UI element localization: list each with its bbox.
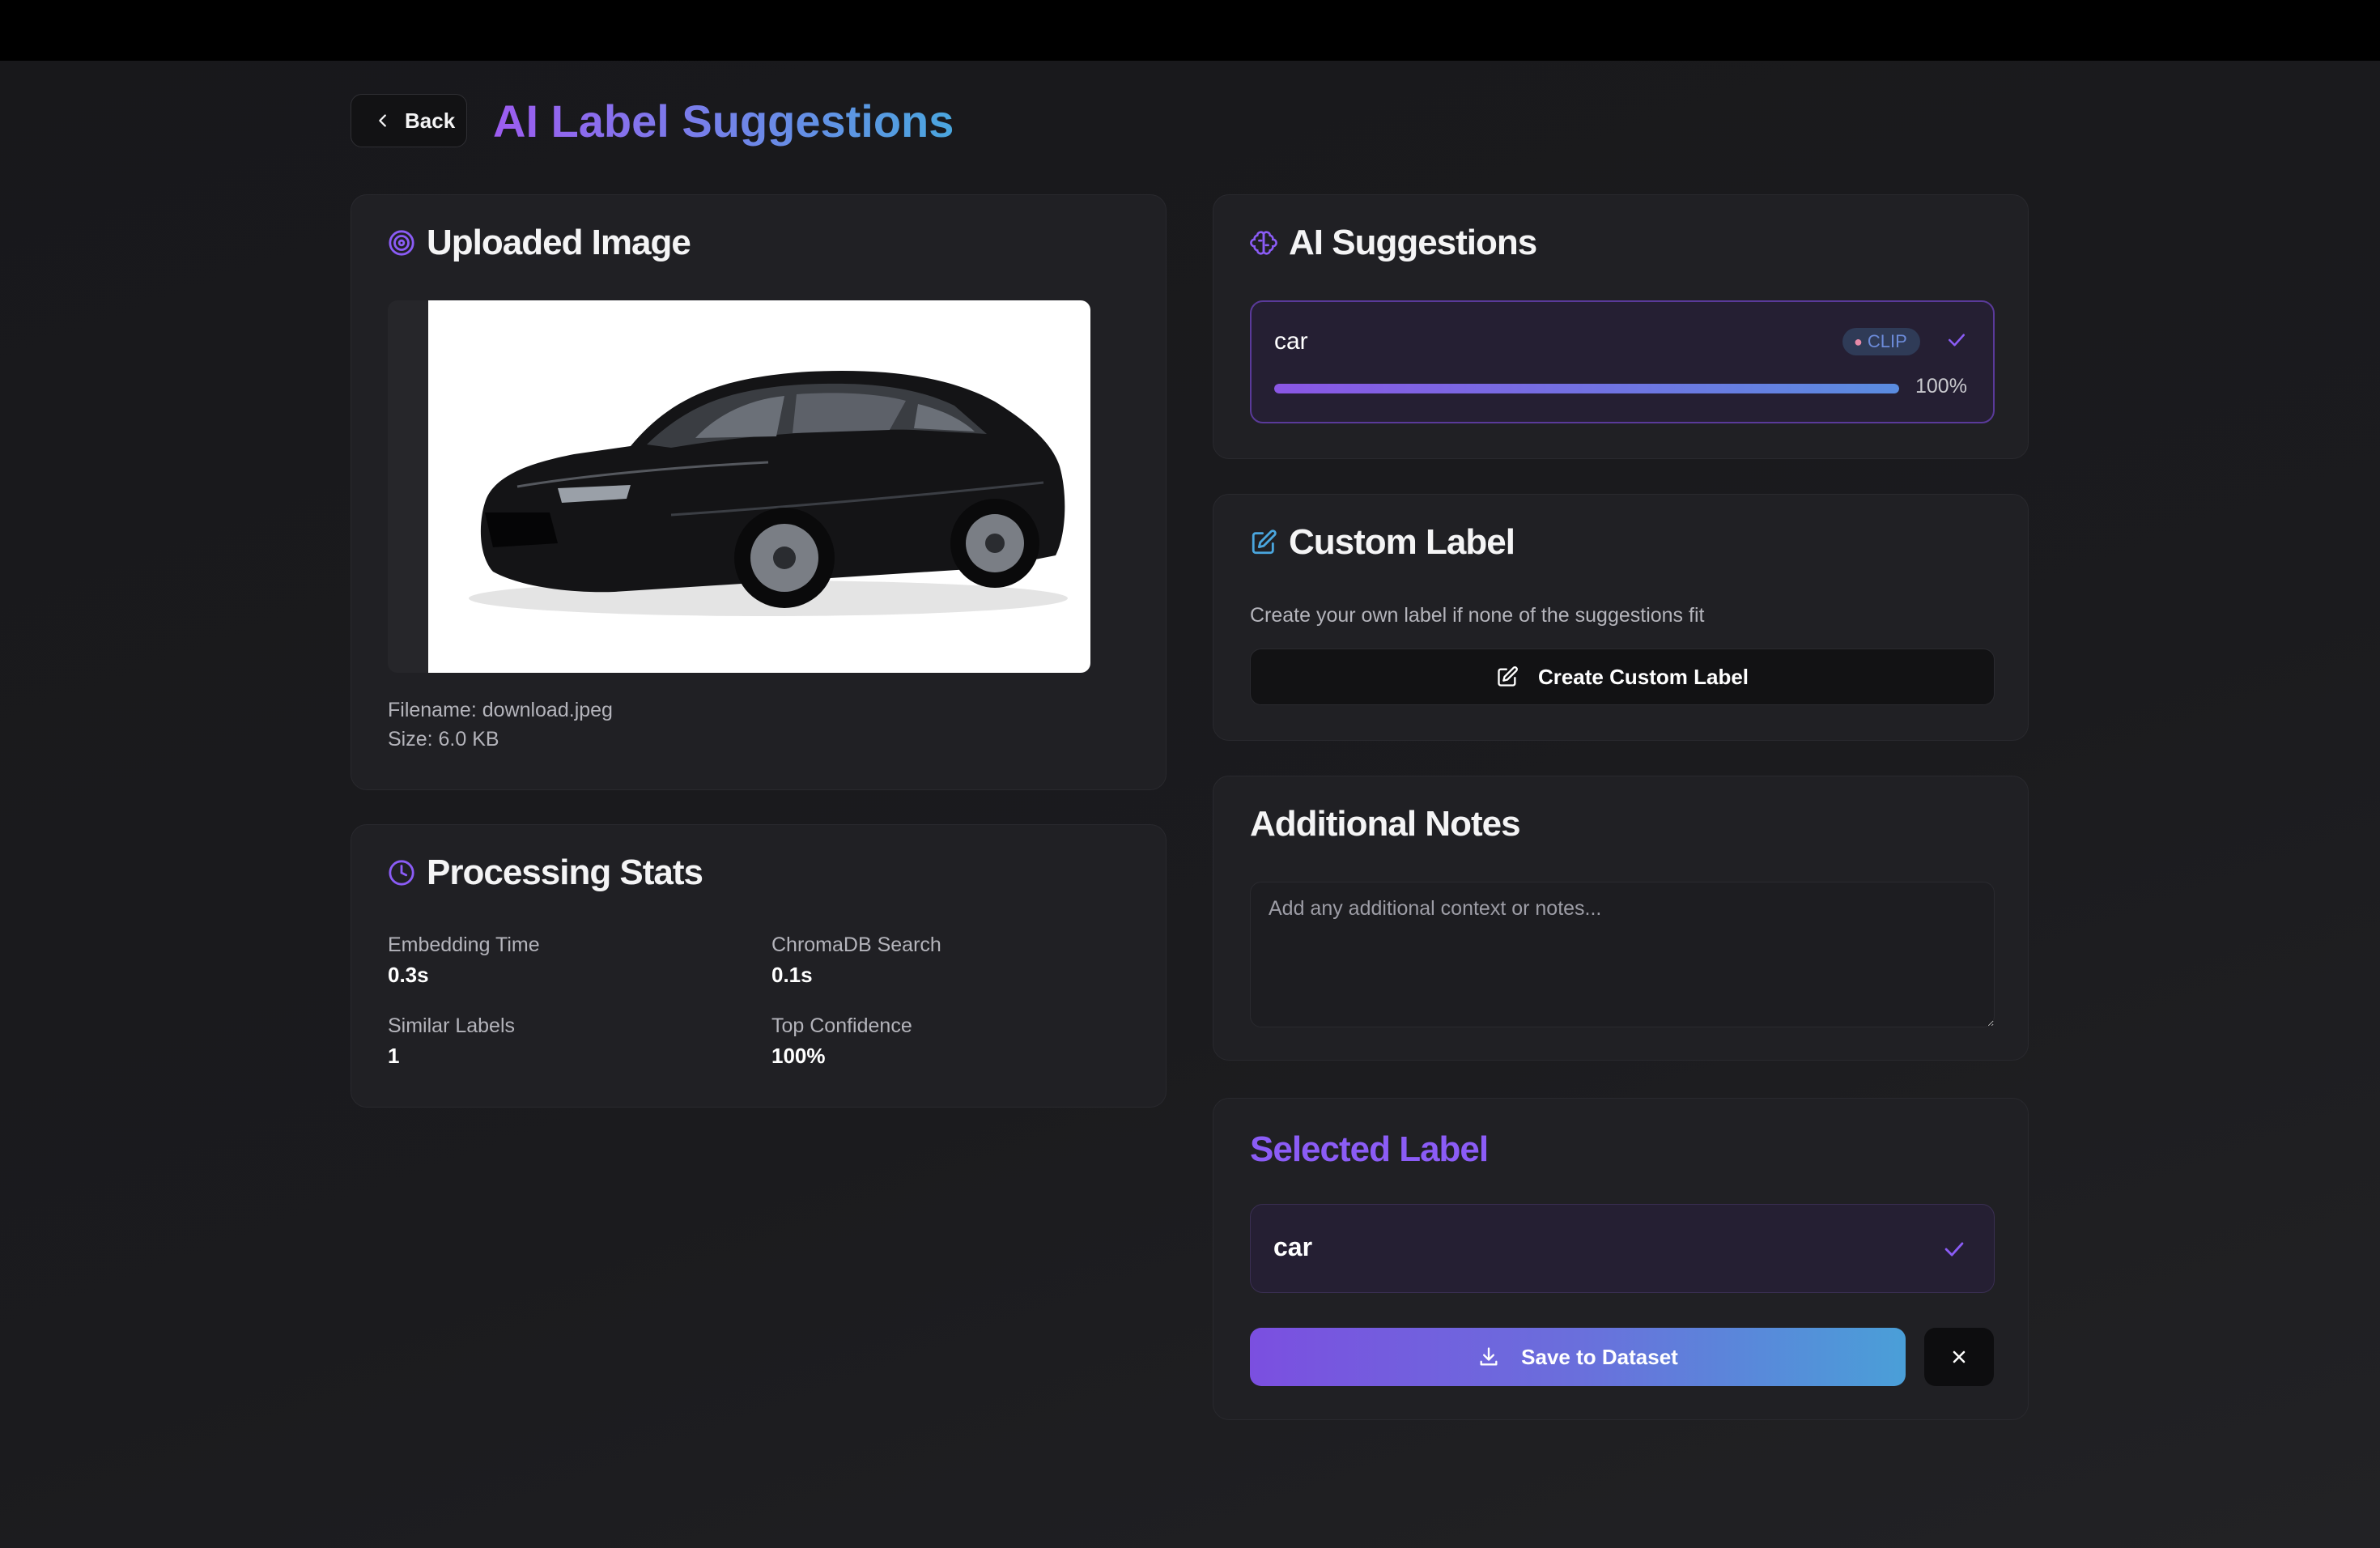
brain-icon: ●: [1854, 333, 1863, 350]
ai-suggestions-title: AI Suggestions: [1289, 223, 1537, 262]
back-label: Back: [405, 108, 456, 133]
check-icon: [1949, 334, 1965, 347]
create-custom-label-text: Create Custom Label: [1537, 664, 1749, 689]
stat-label-similar-labels: Similar Labels: [388, 1014, 516, 1037]
image-filename: Filename: download.jpeg: [388, 699, 613, 721]
stat-value-similar-labels: 1: [388, 1044, 400, 1068]
stat-label-top-confidence: Top Confidence: [771, 1014, 912, 1037]
chevron-left-icon: [379, 114, 386, 127]
suggestion-label: car: [1274, 328, 1308, 355]
brain-icon: [1250, 231, 1277, 255]
source-badge-label: CLIP: [1867, 331, 1907, 351]
stat-value-top-confidence: 100%: [771, 1044, 826, 1068]
suggestion-item-car[interactable]: car ● CLIP 100%: [1250, 300, 1995, 423]
back-button[interactable]: Back: [351, 94, 467, 147]
save-to-dataset-button[interactable]: Save to Dataset: [1250, 1328, 1906, 1386]
custom-label-heading: Custom Label: [1250, 522, 1515, 563]
image-size: Size: 6.0 KB: [388, 728, 499, 751]
top-bar: [0, 0, 2380, 61]
page-title: AI Label Suggestions: [493, 91, 954, 152]
create-custom-label-button[interactable]: Create Custom Label: [1250, 649, 1995, 705]
download-icon: [1480, 1347, 1498, 1366]
processing-stats-heading: Processing Stats: [388, 853, 703, 893]
clock-icon: [389, 860, 414, 886]
selected-label-card: Selected Label car Save to Dataset: [1213, 1098, 2029, 1420]
confidence-bar-fill: [1274, 384, 1899, 393]
selected-label-value: car: [1273, 1232, 1313, 1261]
edit-icon: [1252, 529, 1277, 555]
selected-label-title: Selected Label: [1250, 1129, 1489, 1169]
stat-value-embedding-time: 0.3s: [388, 963, 429, 987]
check-icon: [1944, 1242, 1964, 1257]
stat-value-chromadb-search: 0.1s: [771, 963, 813, 987]
edit-icon: [1498, 666, 1518, 687]
custom-label-title: Custom Label: [1289, 522, 1515, 562]
stat-label-embedding-time: Embedding Time: [388, 933, 540, 956]
car-image: [428, 300, 1090, 673]
additional-notes-card: Additional Notes: [1213, 776, 2029, 1061]
uploaded-image-title: Uploaded Image: [427, 223, 691, 262]
custom-label-description: Create your own label if none of the sug…: [1250, 604, 1705, 627]
processing-stats-card: Processing Stats Embedding Time 0.3s Chr…: [351, 824, 1167, 1108]
save-to-dataset-label: Save to Dataset: [1521, 1344, 1678, 1369]
close-icon: [1953, 1350, 1966, 1363]
ai-suggestions-card: AI Suggestions car ● CLIP 100%: [1213, 194, 2029, 459]
image-preview-frame: [388, 300, 1090, 673]
processing-stats-title: Processing Stats: [427, 853, 703, 892]
ai-suggestions-heading: AI Suggestions: [1250, 223, 1537, 263]
target-icon: [389, 230, 414, 256]
notes-textarea[interactable]: [1250, 882, 1995, 1027]
clear-selection-button[interactable]: [1924, 1328, 1994, 1386]
confidence-bar: [1274, 384, 1899, 393]
car-illustration: [469, 371, 1068, 616]
additional-notes-title: Additional Notes: [1250, 804, 1521, 844]
selected-label-box: car: [1250, 1204, 1995, 1293]
uploaded-image-heading: Uploaded Image: [388, 223, 691, 263]
uploaded-image-card: Uploaded Image Filename: download.jpeg S…: [351, 194, 1167, 790]
custom-label-card: Custom Label Create your own label if no…: [1213, 494, 2029, 741]
stat-label-chromadb-search: ChromaDB Search: [771, 933, 941, 956]
confidence-percent: 100%: [1915, 375, 1967, 398]
source-badge: ● CLIP: [1842, 328, 1920, 355]
